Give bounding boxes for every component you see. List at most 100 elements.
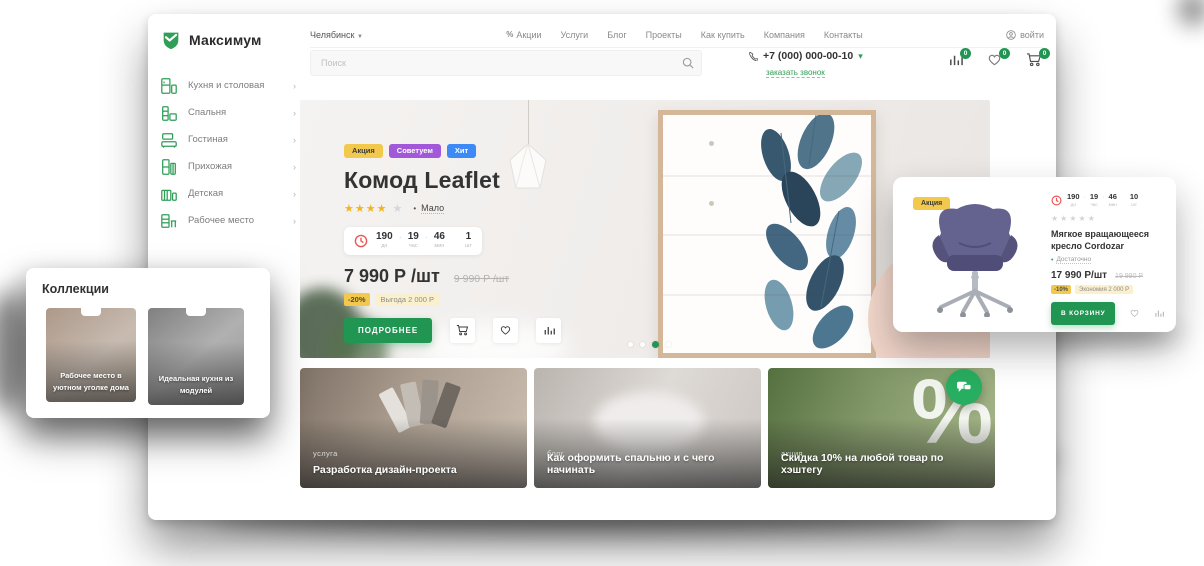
collection-tile-kitchen[interactable]: Идеальная кухня из модулей xyxy=(148,308,244,405)
timer-hours: 19час xyxy=(408,232,419,250)
phone-number[interactable]: +7 (000) 000-00-10 xyxy=(763,50,853,62)
city-selector[interactable]: Челябинск ▼ xyxy=(310,30,363,40)
cart-button[interactable]: 0 xyxy=(1026,52,1042,72)
logo[interactable]: Максимум xyxy=(160,29,262,51)
chevron-right-icon: › xyxy=(293,108,296,118)
product-title[interactable]: Мягкое вращающееся кресло Cordozar xyxy=(1051,228,1165,252)
sidebar-item-label: Детская xyxy=(188,188,283,199)
promo-card-design[interactable]: услуга Разработка дизайн-проекта xyxy=(300,368,527,488)
clock-icon xyxy=(1051,195,1062,206)
search-icon[interactable] xyxy=(682,56,694,74)
nav-label: Акции xyxy=(516,30,541,40)
slider-dots xyxy=(628,341,671,348)
favorite-button[interactable] xyxy=(493,318,518,343)
nav-item-how-to-buy[interactable]: Как купить xyxy=(701,30,745,40)
sidebar-item-bedroom[interactable]: Спальня › xyxy=(160,99,296,126)
user-icon xyxy=(1006,30,1016,40)
chevron-right-icon: › xyxy=(293,189,296,199)
old-price: 9 990 Р /шт xyxy=(454,273,509,285)
stock-dot-icon: • xyxy=(413,204,416,213)
chevron-right-icon: › xyxy=(293,135,296,145)
promo-card-blog[interactable]: блог Как оформить спальню и с чего начин… xyxy=(534,368,761,488)
current-price: 17 990 Р/шт xyxy=(1051,270,1107,281)
nav-item-promotions[interactable]: %Акции xyxy=(506,30,541,40)
chat-widget-button[interactable] xyxy=(946,369,982,405)
nav-item-projects[interactable]: Проекты xyxy=(646,30,682,40)
callback-link[interactable]: заказать звонок xyxy=(766,68,825,78)
add-to-cart-button[interactable]: В КОРЗИНУ xyxy=(1051,302,1115,325)
slider-dot-active[interactable] xyxy=(652,341,659,348)
compare-button[interactable] xyxy=(536,318,561,343)
favorite-button[interactable] xyxy=(1129,305,1140,323)
compare-icon xyxy=(543,324,555,336)
stock-status[interactable]: Мало xyxy=(421,203,444,214)
shadow-blob xyxy=(1178,0,1204,26)
badge-promo: Акция xyxy=(344,144,383,158)
drawer-knob xyxy=(709,201,714,206)
compare-button[interactable] xyxy=(1154,305,1164,323)
sidebar-item-label: Гостиная xyxy=(188,134,283,145)
favorites-count-badge: 0 xyxy=(999,48,1010,59)
kitchen-icon xyxy=(160,77,178,95)
collection-title: Идеальная кухня из модулей xyxy=(154,373,238,397)
stock-dot-icon: • xyxy=(1051,257,1053,264)
nav-item-services[interactable]: Услуги xyxy=(561,30,589,40)
product-title: Комод Leaflet xyxy=(344,167,644,194)
sidebar-item-kitchen[interactable]: Кухня и столовая › xyxy=(160,72,296,99)
header-actions: 0 0 0 xyxy=(948,52,1042,72)
add-to-cart-button[interactable] xyxy=(450,318,475,343)
timer-minutes: 46мин xyxy=(1109,193,1117,207)
main-nav: %Акции Услуги Блог Проекты Как купить Ко… xyxy=(363,30,1006,40)
sidebar-item-kids[interactable]: Детская › xyxy=(160,180,296,207)
hallway-icon xyxy=(160,158,178,176)
sidebar-item-label: Прихожая xyxy=(188,161,283,172)
slider-dot[interactable] xyxy=(666,342,671,347)
sidebar-item-livingroom[interactable]: Гостиная › xyxy=(160,126,296,153)
login-label: войти xyxy=(1020,30,1044,40)
shelf-line xyxy=(663,294,871,296)
hero-badges: Акция Советуем Хит xyxy=(344,144,644,158)
workspace-icon xyxy=(160,212,178,230)
discount-badge: -10% xyxy=(1051,285,1071,294)
cart-count-badge: 0 xyxy=(1039,48,1050,59)
city-label: Челябинск xyxy=(310,30,354,40)
page: Максимум Кухня и столовая › Спальня › Го… xyxy=(0,0,1204,566)
cart-icon xyxy=(456,324,469,336)
timer-minutes: 46мин xyxy=(434,232,445,250)
product-popup-card: Акция xyxy=(893,177,1176,332)
compare-button[interactable]: 0 xyxy=(948,52,963,72)
price-row: 17 990 Р/шт 19 990 Р xyxy=(1051,270,1165,281)
current-price: 7 990 Р /шт xyxy=(344,266,440,287)
kids-room-icon xyxy=(160,185,178,203)
favorites-button[interactable]: 0 xyxy=(987,52,1002,72)
phone-icon xyxy=(748,51,758,61)
sidebar-item-workspace[interactable]: Рабочее место › xyxy=(160,207,296,234)
promo-card-discount[interactable]: % акция Скидка 10% на любой товар по хэш… xyxy=(768,368,995,488)
slider-dot[interactable] xyxy=(628,342,633,347)
stock-status[interactable]: Достаточно xyxy=(1056,256,1091,264)
dresser-image xyxy=(658,110,876,358)
nav-item-blog[interactable]: Блог xyxy=(607,30,626,40)
timer-hours: 19час xyxy=(1090,193,1098,207)
search-field xyxy=(310,50,702,76)
stars-filled-icon: ★★★★ xyxy=(344,202,387,215)
collection-tile-workspace[interactable]: Рабочее место в уютном уголке дома xyxy=(46,308,136,402)
percent-icon: % xyxy=(506,30,513,39)
slider-dot[interactable] xyxy=(640,342,645,347)
badge-hit: Хит xyxy=(447,144,476,158)
details-button[interactable]: ПОДРОБНЕЕ xyxy=(344,318,432,343)
chat-icon xyxy=(956,380,972,394)
card-title: Как оформить спальню и с чего начинать xyxy=(547,452,749,476)
search-input[interactable] xyxy=(310,50,702,76)
login-button[interactable]: войти xyxy=(1006,30,1044,40)
nav-item-contacts[interactable]: Контакты xyxy=(824,30,863,40)
nav-item-company[interactable]: Компания xyxy=(764,30,805,40)
rating-stars-empty: ★★★★★ xyxy=(1051,214,1165,223)
timer-separator: · xyxy=(1084,194,1086,201)
sidebar-item-hallway[interactable]: Прихожая › xyxy=(160,153,296,180)
bedroom-icon xyxy=(160,104,178,122)
logo-text: Максимум xyxy=(189,32,262,48)
sidebar-item-label: Кухня и столовая xyxy=(188,80,283,91)
top-menu-bar: Челябинск ▼ %Акции Услуги Блог Проекты К… xyxy=(310,22,1044,48)
collections-title: Коллекции xyxy=(42,282,109,296)
